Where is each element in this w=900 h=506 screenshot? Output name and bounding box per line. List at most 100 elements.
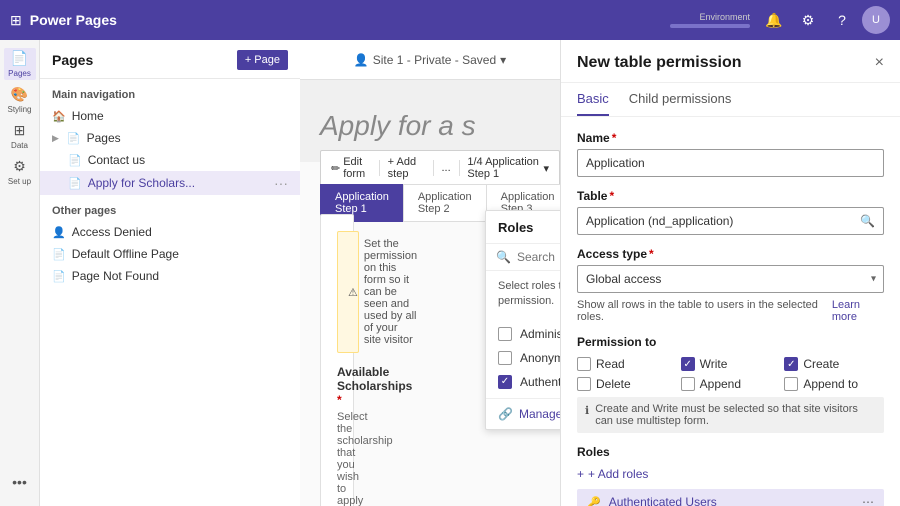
pages-icon: 📄 [11, 50, 28, 67]
append-to-checkbox[interactable] [784, 377, 798, 391]
sidebar-item-home-label: Home [72, 109, 104, 123]
setup-icon: ⚙ [13, 158, 26, 175]
manage-roles-label: Manage roles [519, 407, 560, 421]
read-checkbox[interactable] [577, 357, 591, 371]
environment-info: Environment [670, 12, 750, 28]
edit-form-icon: ✏ [331, 162, 340, 175]
roles-item-administrators[interactable]: Administrators [486, 322, 560, 346]
write-checkbox[interactable]: ✓ [681, 357, 695, 371]
step-chevron: ▾ [543, 162, 549, 175]
page-form-area: ⚠ Set the permission on this form so it … [320, 214, 354, 506]
administrators-checkbox[interactable] [498, 327, 512, 341]
authenticated-checkbox[interactable]: ✓ [498, 375, 512, 389]
tab-basic[interactable]: Basic [577, 83, 609, 116]
table-input[interactable] [578, 208, 852, 234]
name-input[interactable] [577, 149, 884, 177]
sidebar-icon-pages[interactable]: 📄 Pages [4, 48, 36, 80]
perm-append-to: Append to [784, 377, 884, 391]
table-search-icon[interactable]: 🔍 [852, 208, 883, 234]
perm-append: Append [681, 377, 781, 391]
apply-icon: 📄 [68, 177, 82, 190]
topbar-right: Environment 🔔 ⚙ ? U [670, 6, 890, 34]
add-page-button[interactable]: + Page [237, 50, 288, 70]
not-found-icon: 📄 [52, 270, 66, 283]
sidebar-item-access-denied[interactable]: 👤 Access Denied [40, 221, 300, 243]
tab-application-step-2[interactable]: Application Step 2 [403, 184, 486, 222]
tab-child-permissions[interactable]: Child permissions [629, 83, 732, 116]
app-title: Power Pages [30, 12, 117, 28]
sidebar-item-home[interactable]: 🏠 Home [40, 105, 300, 127]
roles-search-input[interactable] [517, 250, 560, 264]
write-label: Write [700, 357, 728, 371]
permission-grid: Read ✓ Write ✓ Create Delete [577, 357, 884, 391]
sidebar-item-pages[interactable]: ▶ 📄 Pages [40, 127, 300, 149]
add-roles-button[interactable]: + + Add roles [577, 467, 648, 481]
toolbar-divider-1 [379, 160, 380, 176]
add-step-button[interactable]: + Add step [384, 154, 429, 182]
settings-icon[interactable]: ⚙ [794, 6, 822, 34]
permission-section: Permission to Read ✓ Write ✓ Create [577, 335, 884, 433]
sidebar-icon-setup[interactable]: ⚙ Set up [4, 156, 36, 188]
sidebar-item-contact-label: Contact us [88, 153, 145, 167]
site-title: Site 1 - Private - Saved [373, 53, 496, 67]
contact-icon: 📄 [68, 154, 82, 167]
panel-close-button[interactable]: × [875, 54, 884, 72]
sidebar-icon-more[interactable]: ••• [4, 466, 36, 498]
grid-icon[interactable]: ⊞ [10, 12, 22, 29]
data-icon: ⊞ [14, 122, 26, 139]
content-topbar: 👤 Site 1 - Private - Saved ▾ [300, 40, 560, 80]
anonymous-checkbox[interactable] [498, 351, 512, 365]
roles-search-icon: 🔍 [496, 250, 511, 264]
roles-item-anonymous[interactable]: Anonymous Users [486, 346, 560, 370]
notifications-icon[interactable]: 🔔 [760, 6, 788, 34]
add-roles-icon: + [577, 467, 584, 481]
roles-dropdown: Roles × 🔍 Select roles that apply to the… [485, 210, 560, 430]
edit-form-button[interactable]: ✏ Edit form [327, 154, 375, 182]
read-label: Read [596, 357, 625, 371]
apply-more-icon[interactable]: ··· [274, 175, 288, 191]
delete-checkbox[interactable] [577, 377, 591, 391]
append-checkbox[interactable] [681, 377, 695, 391]
panel-body: Name * Table * 🔍 Access type [561, 117, 900, 506]
authenticated-label: Authenticated Users [520, 375, 560, 389]
site-info: 👤 Site 1 - Private - Saved ▾ [354, 53, 506, 67]
panel-title: New table permission [577, 54, 742, 72]
learn-more-link[interactable]: Learn more [832, 299, 884, 323]
sidebar-content: Pages + Page Main navigation 🏠 Home ▶ 📄 … [40, 40, 300, 506]
access-type-field-group: Access type * Global access ▾ Show all r… [577, 247, 884, 323]
sidebar-icon-styling[interactable]: 🎨 Styling [4, 84, 36, 116]
roles-item-authenticated[interactable]: ✓ Authenticated Users [486, 370, 560, 394]
role-tag-more-button[interactable]: ⋯ [862, 495, 874, 506]
role-tag-authenticated: 🔑 Authenticated Users ⋯ [577, 489, 884, 506]
access-note: Show all rows in the table to users in t… [577, 299, 884, 323]
sidebar-item-apply[interactable]: 📄 Apply for Scholars... ··· [40, 171, 300, 195]
permission-panel: New table permission × Basic Child permi… [560, 40, 900, 506]
help-icon[interactable]: ? [828, 6, 856, 34]
sidebar-item-offline[interactable]: 📄 Default Offline Page [40, 243, 300, 265]
name-label: Name * [577, 131, 884, 145]
styling-icon: 🎨 [11, 86, 28, 103]
scholarships-required: * [337, 393, 342, 407]
sidebar-item-contact[interactable]: 📄 Contact us [40, 149, 300, 171]
form-notice: ⚠ Set the permission on this form so it … [337, 231, 359, 353]
roles-search: 🔍 [486, 244, 560, 271]
perm-write: ✓ Write [681, 357, 781, 371]
sidebar-icon-data[interactable]: ⊞ Data [4, 120, 36, 152]
access-type-select[interactable]: Global access [577, 265, 884, 293]
site-chevron[interactable]: ▾ [500, 53, 506, 67]
perm-note: ℹ Create and Write must be selected so t… [577, 397, 884, 433]
user-avatar[interactable]: U [862, 6, 890, 34]
sidebar-item-pages-label: Pages [87, 131, 121, 145]
sidebar-item-not-found[interactable]: 📄 Page Not Found [40, 265, 300, 287]
access-type-select-wrap: Global access ▾ [577, 265, 884, 293]
roles-desc: Select roles that apply to the table per… [486, 271, 560, 318]
manage-roles-icon: 🔗 [498, 407, 513, 421]
manage-roles-button[interactable]: 🔗 Manage roles [486, 398, 560, 429]
sidebar-top: Pages + Page [40, 40, 300, 79]
add-step-label: + Add step [388, 156, 425, 180]
step-breadcrumb[interactable]: 1/4 Application Step 1 ▾ [463, 154, 553, 182]
panel-roles-section: Roles + + Add roles 🔑 Authenticated User… [577, 445, 884, 506]
toolbar-more-button[interactable]: ... [437, 160, 454, 176]
administrators-label: Administrators [520, 327, 560, 341]
create-checkbox[interactable]: ✓ [784, 357, 798, 371]
